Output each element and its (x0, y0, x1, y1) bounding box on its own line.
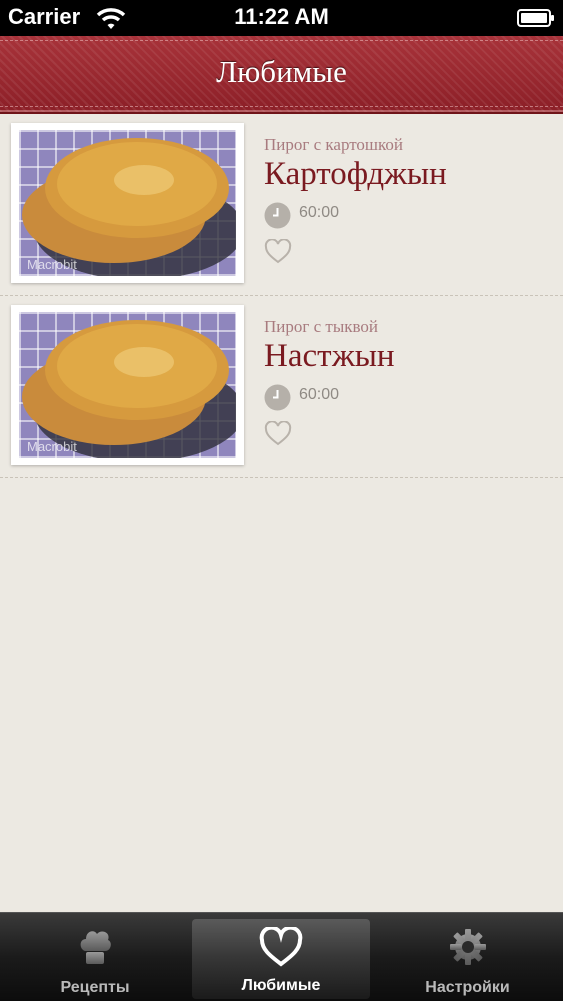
tab-label: Рецепты (60, 979, 130, 996)
cooking-time: 60:00 (299, 204, 340, 221)
recipe-photo-frame: Macrobit (11, 123, 244, 283)
heart-icon[interactable] (264, 239, 292, 264)
battery-icon (517, 9, 554, 27)
nav-bar: Любимые (0, 36, 563, 114)
tab-settings[interactable]: Настройки (372, 913, 563, 1001)
recipe-subtitle: Пирог с тыквой (264, 317, 379, 336)
chef-hat-icon (80, 931, 111, 964)
tab-recipes[interactable]: Рецепты (0, 913, 190, 1001)
status-bar: Carrier 11:22 AM (0, 0, 563, 36)
cooking-time: 60:00 (299, 386, 340, 403)
status-time: 11:22 AM (234, 4, 329, 29)
photo-watermark: Macrobit (27, 257, 77, 272)
list-item[interactable]: Macrobit Пирог с тыквой Настжын 60:00 (0, 296, 563, 478)
nav-stitch-top (0, 40, 563, 41)
tab-label: Любимые (241, 977, 321, 994)
clock-icon (264, 202, 291, 229)
recipe-title: Настжын (264, 338, 395, 374)
gear-icon (449, 929, 486, 965)
heart-icon[interactable] (264, 421, 292, 446)
tab-favorites[interactable]: Любимые (192, 919, 370, 999)
nav-stitch-bottom (0, 106, 563, 107)
heart-icon (259, 927, 303, 967)
recipe-subtitle: Пирог с картошкой (264, 135, 404, 154)
clock-icon (264, 384, 291, 411)
tab-bar: Рецепты Любимые Настройки (0, 912, 563, 1001)
list-item[interactable]: Macrobit Пирог с картошкой Картофджын 60… (0, 114, 563, 296)
recipe-photo-frame: Macrobit (11, 305, 244, 465)
favorites-list: Macrobit Пирог с картошкой Картофджын 60… (0, 114, 563, 478)
recipe-photo: Macrobit (19, 130, 236, 276)
tab-label: Настройки (425, 979, 510, 996)
recipe-photo: Macrobit (19, 312, 236, 458)
page-title: Любимые (216, 54, 347, 89)
photo-watermark: Macrobit (27, 439, 77, 454)
recipe-title: Картофджын (264, 156, 447, 192)
